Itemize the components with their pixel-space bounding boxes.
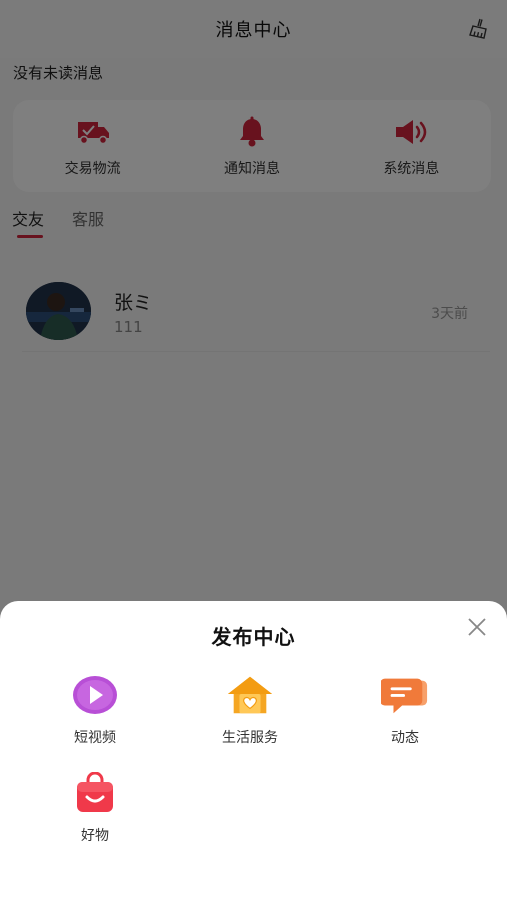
chat-bubble-icon xyxy=(381,673,429,717)
shopping-bag-icon xyxy=(71,771,119,815)
publish-bottom-sheet: 发布中心 短视频 生活服务 动态 好物 xyxy=(0,601,507,908)
publish-short-video[interactable]: 短视频 xyxy=(35,673,155,747)
publish-life-service[interactable]: 生活服务 xyxy=(190,673,310,747)
publish-label: 好物 xyxy=(81,828,109,844)
play-video-icon xyxy=(71,673,119,717)
publish-moments[interactable]: 动态 xyxy=(345,673,465,747)
publish-label: 动态 xyxy=(391,730,419,746)
publish-goods[interactable]: 好物 xyxy=(35,771,155,845)
publish-label: 生活服务 xyxy=(222,730,278,746)
house-heart-icon xyxy=(226,673,274,717)
close-icon[interactable] xyxy=(467,617,487,637)
publish-label: 短视频 xyxy=(74,730,116,746)
sheet-title: 发布中心 xyxy=(211,625,296,649)
